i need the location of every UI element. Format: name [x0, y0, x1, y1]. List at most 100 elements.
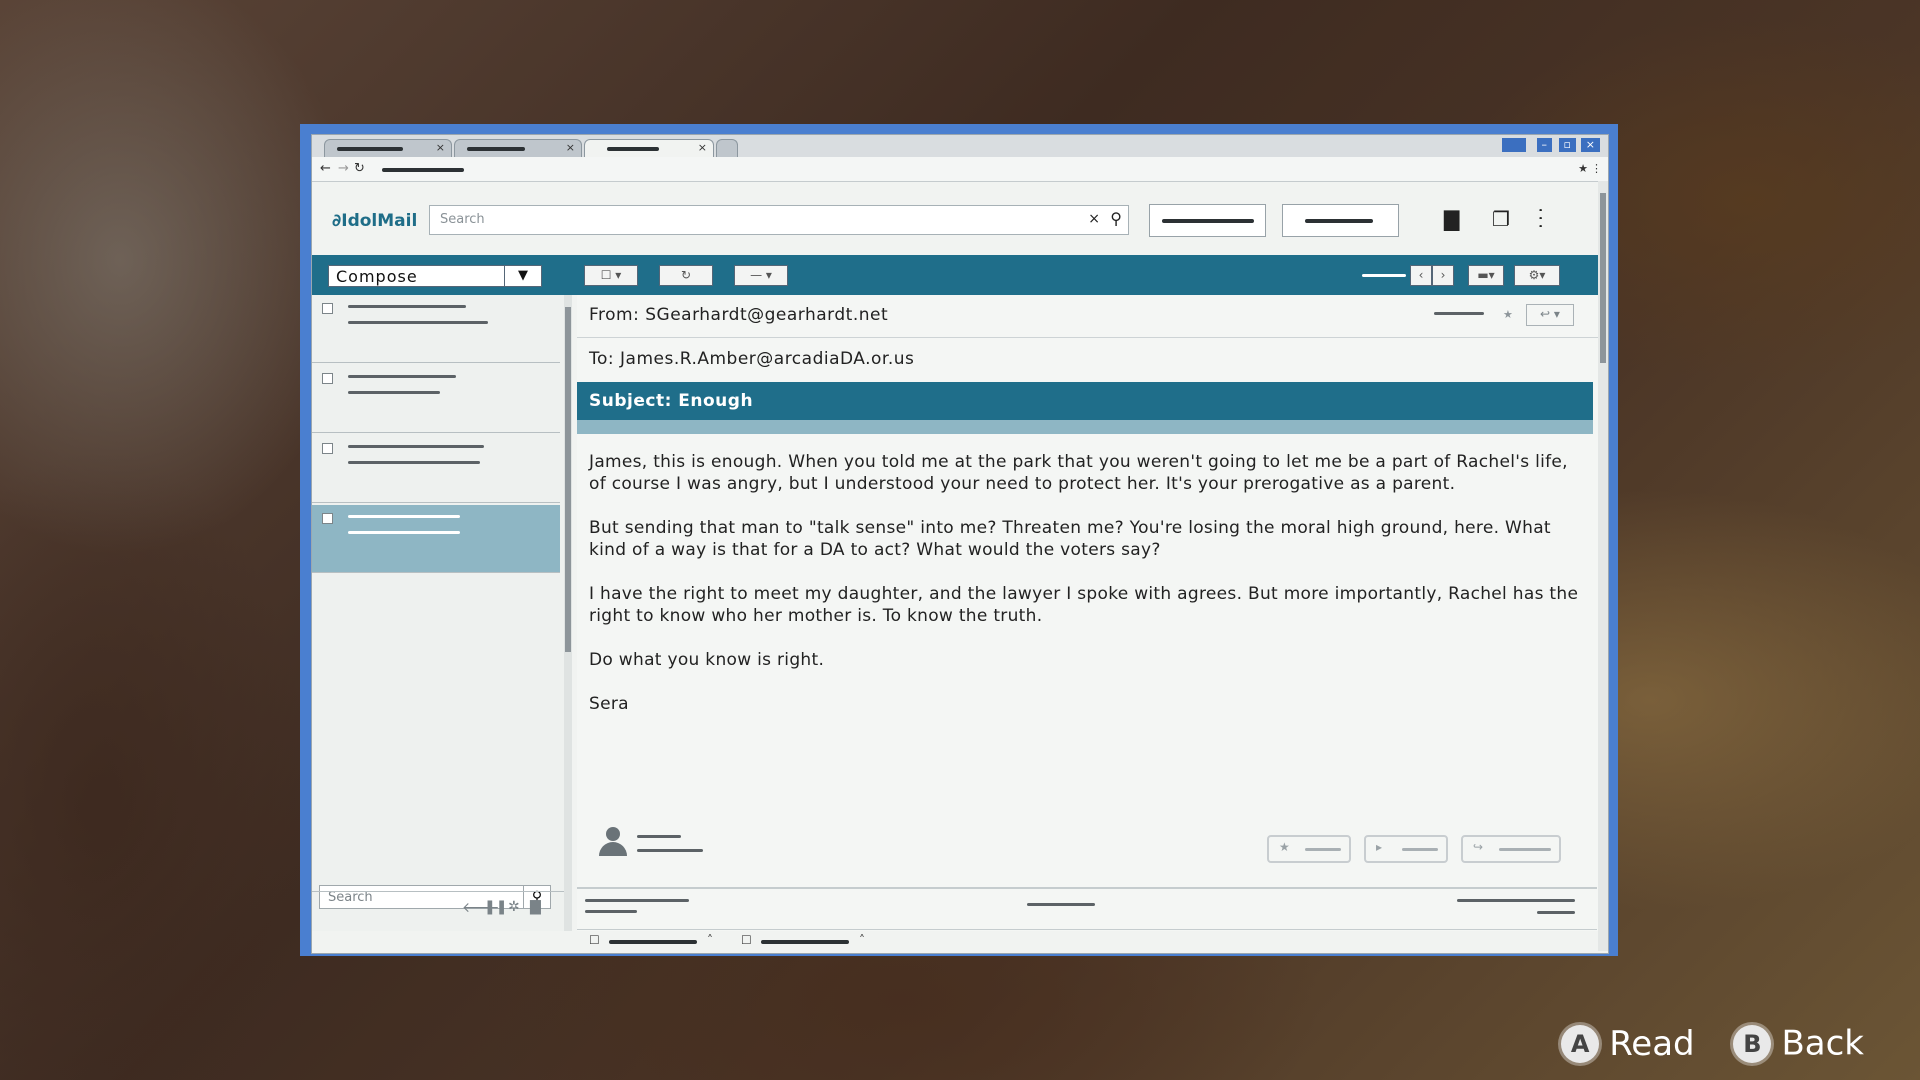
more-button[interactable]: — ▾	[734, 265, 788, 286]
status-checkbox-1[interactable]: ☐	[589, 933, 600, 947]
subject-band	[577, 420, 1593, 434]
clear-search-icon[interactable]: ×	[1088, 211, 1100, 227]
mail-search-bar[interactable]: Search × ⚲	[429, 205, 1129, 235]
next-page-button[interactable]: ›	[1432, 265, 1454, 286]
scroll-thumb[interactable]	[1600, 193, 1606, 363]
header-button-2[interactable]	[1282, 204, 1399, 237]
button-scribble	[1305, 219, 1373, 223]
search-icon[interactable]: ⚲	[1110, 209, 1122, 228]
new-tab-button[interactable]	[716, 139, 738, 157]
select-checkbox-button[interactable]: ☐ ▾	[584, 265, 638, 286]
button-scribble	[1305, 848, 1341, 851]
sender-name-scribble	[637, 835, 681, 838]
email-signature: Sera	[589, 694, 629, 714]
message-sender-scribble	[348, 515, 460, 518]
a-button-icon[interactable]: A	[1561, 1024, 1600, 1063]
scroll-thumb[interactable]	[565, 307, 571, 652]
message-list-item[interactable]	[312, 365, 560, 433]
email-paragraph: James, this is enough. When you told me …	[589, 452, 1568, 494]
folder-icon[interactable]: ▇	[1444, 207, 1459, 231]
button-scribble	[1162, 219, 1254, 223]
message-checkbox[interactable]	[322, 303, 333, 314]
email-actions: ★ ↩ ▾	[1433, 303, 1574, 326]
search-placeholder: Search	[440, 212, 485, 227]
status-bar: ☐ ˄ ☐ ˄	[577, 931, 1597, 953]
page-count-scribble	[1362, 274, 1406, 277]
message-list: Search ⚲ 🡐 ❚❚ ✲ ▇	[312, 295, 564, 931]
page-scrollbar[interactable]	[1598, 181, 1608, 951]
windows-icon[interactable]: ❐	[1492, 207, 1510, 231]
message-list-item[interactable]	[312, 295, 560, 363]
forward-button[interactable]: ↪	[1461, 835, 1561, 863]
reply-button[interactable]: ↩ ▾	[1526, 304, 1574, 326]
footer-left-scribble-2	[585, 910, 637, 913]
message-checkbox[interactable]	[322, 443, 333, 454]
apps-grid-icon[interactable]: ⋅⋅⋅ ⋅⋅⋅ ⋅⋅⋅	[1538, 204, 1562, 234]
compose-button[interactable]: Compose ▼	[328, 265, 542, 287]
close-tab-icon[interactable]: ×	[698, 141, 707, 154]
chevron-up-icon[interactable]: ˄	[707, 933, 713, 947]
forward-arrow-icon[interactable]: →	[338, 161, 349, 176]
email-subject: Subject: Enough	[577, 382, 1593, 420]
footer-divider	[577, 887, 1597, 889]
pause-icon[interactable]: ❚❚	[484, 899, 507, 915]
compose-dropdown-icon[interactable]: ▼	[504, 266, 541, 286]
star-icon[interactable]: ★	[1503, 308, 1513, 321]
sender-detail-scribble	[637, 849, 703, 852]
mail-toolbar: Compose ▼ ☐ ▾ ↻ — ▾ ‹ › ▬▾ ⚙▾	[312, 255, 1602, 295]
browser-tab-2[interactable]: ×	[454, 139, 582, 157]
email-paragraph: But sending that man to "talk sense" int…	[589, 518, 1551, 560]
header-button-1[interactable]	[1149, 204, 1266, 237]
reload-icon[interactable]: ↻	[354, 161, 365, 176]
message-subject-scribble	[348, 391, 440, 394]
maximize-icon[interactable]: ▫	[1558, 138, 1576, 152]
browser-window: × × × – ▫ × ← → ↻ ★ ⋮ ∂IdolMail Search ×…	[300, 124, 1618, 956]
message-list-scrollbar[interactable]	[564, 295, 572, 931]
close-window-icon[interactable]: ×	[1580, 138, 1600, 152]
settings-gear-button[interactable]: ⚙▾	[1514, 265, 1560, 286]
footer-right-scribble	[1457, 899, 1575, 902]
button-scribble	[1499, 848, 1551, 851]
left-footer: 🡐 ❚❚ ✲ ▇	[312, 891, 564, 924]
controller-prompts: A Read B Back	[1561, 1022, 1864, 1064]
back-arrow-icon[interactable]: ←	[320, 161, 331, 176]
logo-glyph-icon: ∂	[332, 211, 342, 231]
tab-title-scribble	[337, 147, 403, 151]
trash-icon[interactable]: ▇	[530, 899, 541, 915]
prev-page-button[interactable]: ‹	[1410, 265, 1432, 286]
message-list-item[interactable]	[312, 435, 560, 503]
bookmark-star-icon[interactable]: ★	[1578, 162, 1588, 175]
status-item-scribble	[609, 940, 697, 944]
close-tab-icon[interactable]: ×	[436, 141, 445, 154]
status-checkbox-2[interactable]: ☐	[741, 933, 752, 947]
view-toggle-button[interactable]: ▬▾	[1468, 265, 1504, 286]
reply-play-button[interactable]: ▸	[1364, 835, 1448, 863]
chevron-up-icon[interactable]: ˄	[859, 933, 865, 947]
favorite-star-icon: ★	[1279, 840, 1290, 854]
message-checkbox[interactable]	[322, 513, 333, 524]
message-sender-scribble	[348, 375, 456, 378]
play-icon: ▸	[1376, 840, 1383, 854]
refresh-button[interactable]: ↻	[659, 265, 713, 286]
browser-tab-3-active[interactable]: ×	[584, 139, 714, 157]
message-list-item-selected[interactable]	[312, 505, 560, 573]
button-scribble	[1402, 848, 1438, 851]
sender-avatar-icon	[599, 827, 627, 857]
read-prompt-label: Read	[1609, 1023, 1695, 1064]
message-checkbox[interactable]	[322, 373, 333, 384]
minimize-icon[interactable]: –	[1536, 138, 1552, 152]
settings-icon[interactable]: ✲	[508, 899, 520, 915]
close-tab-icon[interactable]: ×	[566, 141, 575, 154]
forward-icon: ↪	[1473, 840, 1484, 854]
window-profile[interactable]	[1502, 138, 1526, 152]
email-from: From: SGearhardt@gearhardt.net	[589, 305, 889, 325]
email-body: James, this is enough. When you told me …	[589, 451, 1579, 737]
favorite-button[interactable]: ★	[1267, 835, 1351, 863]
address-bar[interactable]: ← → ↻ ★ ⋮	[312, 157, 1608, 182]
browser-tab-1[interactable]: ×	[324, 139, 452, 157]
avatar-shoulders	[599, 842, 627, 856]
b-button-icon[interactable]: B	[1733, 1024, 1772, 1063]
browser-menu-icon[interactable]: ⋮	[1591, 162, 1602, 175]
status-item-scribble	[761, 940, 849, 944]
idolmail-logo[interactable]: ∂IdolMail	[332, 211, 417, 231]
